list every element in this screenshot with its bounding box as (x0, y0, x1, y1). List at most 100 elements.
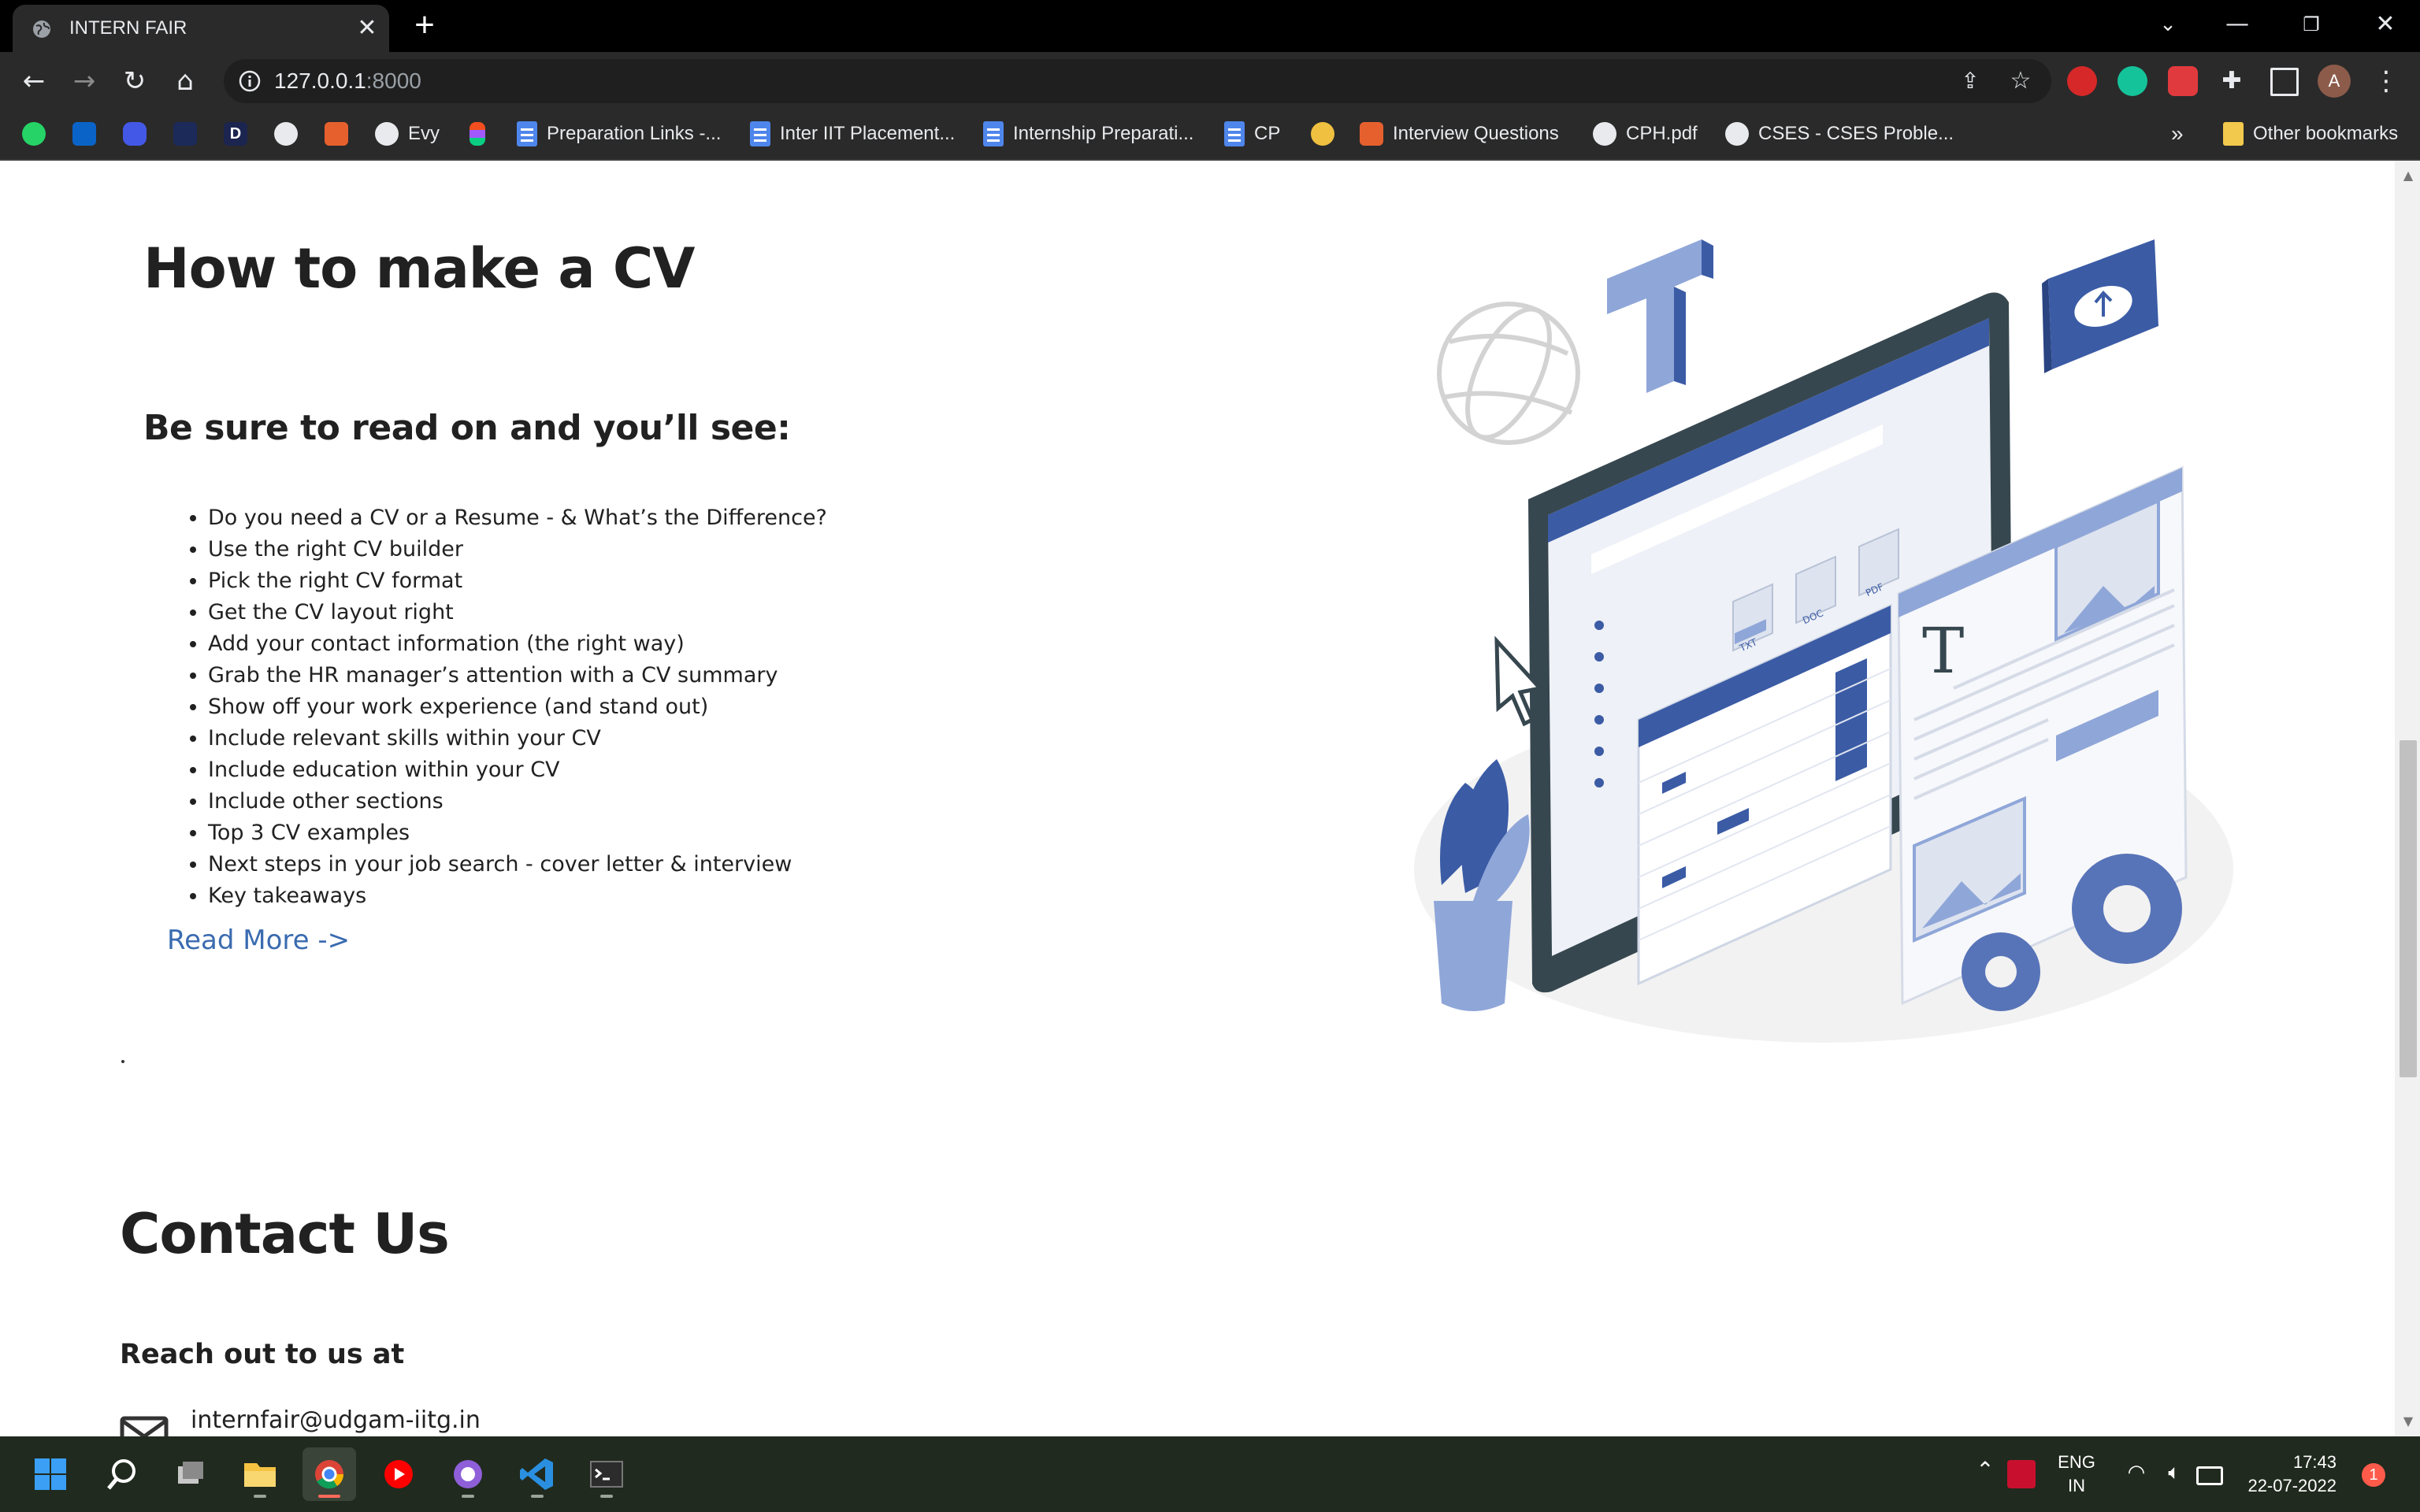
bookmark-whatsapp[interactable] (22, 118, 46, 150)
list-item: Next steps in your job search - cover le… (208, 849, 827, 880)
file-explorer-button[interactable] (233, 1447, 287, 1501)
clock-time: 17:43 (2292, 1452, 2336, 1472)
bookmark-cp[interactable]: CP (1224, 118, 1280, 150)
extensions-puzzle-icon[interactable]: ✚ (2218, 68, 2245, 94)
github-icon (375, 122, 399, 146)
search-icon (107, 1459, 135, 1490)
terminal-button[interactable] (580, 1447, 633, 1501)
bookmark-preparation-links[interactable]: Preparation Links -... (517, 118, 721, 150)
document-t-glyph: T (1922, 614, 1964, 687)
share-icon[interactable]: ⇪ (1957, 68, 1984, 94)
running-indicator (254, 1495, 266, 1498)
bookmark-site-icon (325, 122, 348, 146)
bookmark-label: CP (1254, 123, 1281, 144)
notification-badge[interactable]: 1 (2362, 1463, 2385, 1487)
extension-red-icon[interactable] (2168, 66, 2198, 96)
read-more-link[interactable]: Read More -> (167, 925, 350, 956)
minimize-button[interactable]: — (2214, 5, 2261, 44)
close-window-button[interactable]: ✕ (2362, 5, 2409, 44)
contact-subtitle: Reach out to us at (120, 1339, 405, 1370)
chrome-icon (315, 1460, 344, 1489)
clock-date: 22-07-2022 (2247, 1476, 2336, 1495)
bookmark-internship-prep[interactable]: Internship Preparati... (983, 118, 1193, 150)
language-region: IN (2068, 1476, 2085, 1495)
home-button[interactable]: ⌂ (165, 61, 205, 101)
list-item: Pick the right CV format (208, 565, 827, 597)
bookmark-github[interactable] (274, 118, 298, 150)
github-icon (454, 1460, 482, 1488)
list-item: Show off your work experience (and stand… (208, 691, 827, 723)
list-item: Add your contact information (the right … (208, 628, 827, 660)
new-tab-button[interactable]: + (406, 8, 443, 44)
page-scrollbar[interactable]: ▲ ▼ (2395, 161, 2420, 1436)
bookmark-outlook[interactable] (72, 118, 96, 150)
bookmark-cses[interactable]: CSES - CSES Proble... (1725, 118, 1954, 150)
scroll-down-arrow-icon[interactable]: ▼ (2400, 1413, 2417, 1430)
bookmark-inter-iit[interactable]: Inter IIT Placement... (750, 118, 955, 150)
close-tab-icon[interactable]: ✕ (351, 13, 383, 44)
side-panel-icon[interactable] (2270, 68, 2299, 96)
bookmark-cph-pdf[interactable]: CPH.pdf (1593, 118, 1698, 150)
page-content: How to make a CV Be sure to read on and … (0, 161, 2395, 1436)
tab-search-icon[interactable]: ⌄ (2144, 5, 2192, 44)
language-indicator[interactable]: ENG IN (2048, 1451, 2105, 1498)
contact-section-title: Contact Us (120, 1202, 450, 1266)
github-icon (274, 122, 298, 146)
volume-icon[interactable]: 🔈︎ (2158, 1460, 2190, 1484)
github-desktop-button[interactable] (441, 1447, 495, 1501)
bookmark-app-blue[interactable] (123, 118, 147, 150)
browser-tab-active[interactable]: INTERN FAIR ✕ (13, 5, 389, 52)
restore-button[interactable]: ❐ (2288, 5, 2335, 44)
scroll-up-arrow-icon[interactable]: ▲ (2400, 167, 2417, 184)
extension-grammarly-icon[interactable] (2118, 66, 2147, 96)
site-info-icon[interactable] (238, 69, 262, 93)
wifi-icon[interactable]: ◠ (2121, 1460, 2152, 1484)
outlook-icon (72, 122, 96, 146)
bookmark-label: Preparation Links -... (547, 123, 722, 144)
mcafee-icon[interactable] (2007, 1460, 2036, 1488)
windows-logo-icon (35, 1458, 66, 1490)
bookmark-codechef[interactable] (325, 118, 348, 150)
bookmark-d[interactable]: D (224, 118, 247, 150)
globe-icon (33, 20, 50, 38)
bookmark-site[interactable] (1311, 118, 1334, 150)
battery-icon[interactable] (2196, 1466, 2223, 1485)
extension-adblock-icon[interactable] (2067, 66, 2097, 96)
search-button[interactable] (95, 1447, 148, 1501)
chrome-taskbar-button[interactable] (302, 1447, 356, 1501)
mail-icon (120, 1416, 169, 1436)
figma-icon (470, 122, 485, 146)
forward-button[interactable]: → (65, 61, 104, 101)
show-hidden-icons-chevron-icon[interactable]: ⌃ (1969, 1458, 2001, 1482)
bookmark-star-icon[interactable]: ☆ (2007, 68, 2034, 94)
contact-email[interactable]: internfair@udgam-iitg.in (191, 1406, 481, 1434)
bookmark-app-dark[interactable] (173, 118, 197, 150)
back-button[interactable]: ← (14, 61, 54, 101)
app-icon (173, 122, 197, 146)
globe-icon (1593, 122, 1616, 146)
other-bookmarks-folder[interactable]: Other bookmarks (2223, 118, 2398, 150)
vscode-button[interactable] (510, 1447, 564, 1501)
bookmark-evy[interactable]: Evy (375, 118, 440, 150)
tab-strip: INTERN FAIR ✕ + ⌄ — ❐ ✕ (0, 0, 2420, 52)
browser-toolbar: ← → ↻ ⌂ 127.0.0.1:8000 ⇪ ☆ ✚ A ⋮ (0, 52, 2420, 110)
profile-avatar[interactable]: A (2318, 65, 2351, 98)
terminal-icon (590, 1461, 623, 1488)
language-code: ENG (2058, 1452, 2095, 1472)
reload-button[interactable]: ↻ (115, 61, 154, 101)
scrollbar-thumb[interactable] (2400, 740, 2417, 1077)
site-icon (1311, 122, 1334, 146)
d-app-icon: D (224, 122, 247, 146)
address-bar[interactable]: 127.0.0.1:8000 ⇪ ☆ (224, 59, 2051, 103)
bookmarks-overflow-button[interactable]: » (2171, 118, 2184, 150)
bookmark-figma[interactable] (470, 118, 485, 150)
globe-icon (1725, 122, 1749, 146)
globe-icon (1437, 302, 1580, 445)
bookmark-interview-questions[interactable]: Interview Questions (1360, 118, 1559, 150)
cv-section-title: How to make a CV (143, 236, 695, 301)
youtube-music-button[interactable] (372, 1447, 425, 1501)
task-view-button[interactable] (164, 1447, 217, 1501)
clock[interactable]: 17:43 22-07-2022 (2234, 1451, 2336, 1498)
chrome-menu-icon[interactable]: ⋮ (2366, 61, 2406, 101)
start-button[interactable] (24, 1447, 77, 1501)
